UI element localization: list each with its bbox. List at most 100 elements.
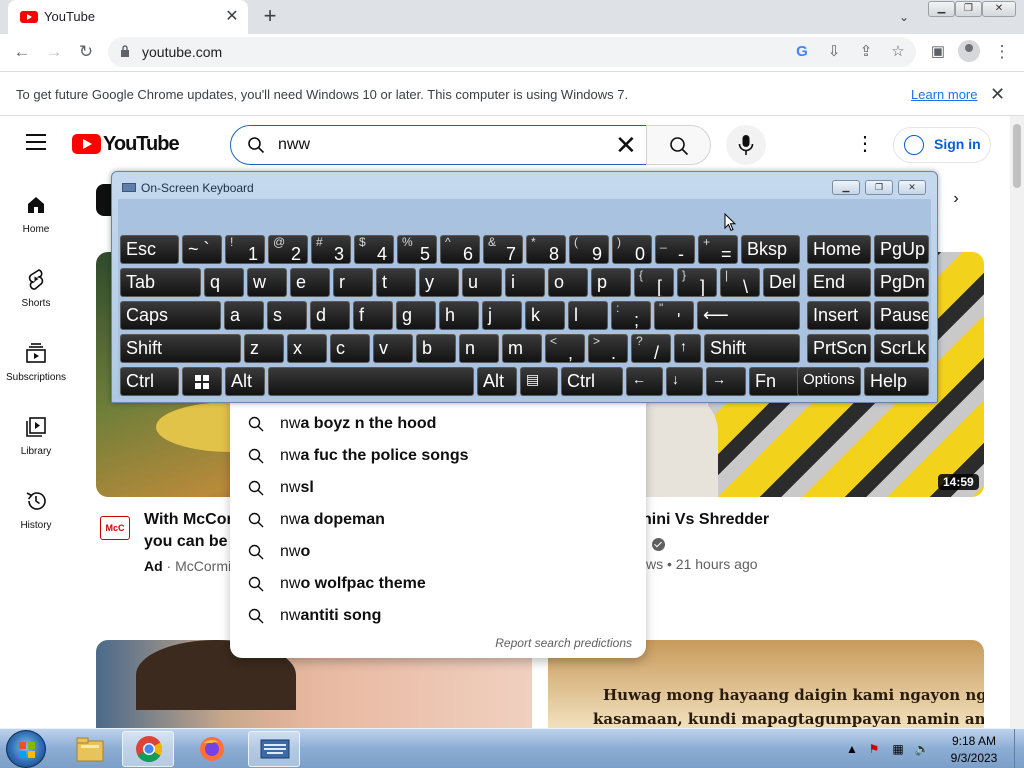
key-f[interactable]: f	[353, 301, 393, 330]
key-equals[interactable]: + =	[698, 235, 738, 264]
key-pgdn[interactable]: PgDn	[874, 268, 929, 297]
key-enter[interactable]: ⟵	[697, 301, 800, 330]
key-alt-right[interactable]: Alt	[477, 367, 517, 396]
osk-minimize-button[interactable]: ▁	[832, 180, 860, 195]
key-fn[interactable]: Fn	[749, 367, 800, 396]
bookmark-star-icon[interactable]: ☆	[886, 40, 910, 64]
sidebar-item-subscriptions[interactable]: Subscriptions	[0, 342, 72, 412]
sidebar-item-shorts[interactable]: Shorts	[0, 268, 72, 338]
key-p[interactable]: p	[591, 268, 631, 297]
key-4[interactable]: $4	[354, 235, 394, 264]
restore-window-button[interactable]: ❐	[955, 1, 982, 17]
chevron-right-icon[interactable]: ›	[946, 190, 966, 210]
taskbar-on-screen-keyboard[interactable]	[248, 731, 300, 767]
key-2[interactable]: @2	[268, 235, 308, 264]
key-ctrl-left[interactable]: Ctrl	[120, 367, 179, 396]
channel-name[interactable]: McCormi	[175, 558, 231, 574]
video-title-line-2[interactable]: you can be s	[144, 533, 241, 551]
sidebar-item-library[interactable]: Library	[0, 416, 72, 486]
url-text[interactable]: youtube.com	[142, 44, 222, 60]
key-backspace[interactable]: Bksp	[741, 235, 800, 264]
clear-search-icon[interactable]: ✕	[615, 132, 637, 158]
key-pause[interactable]: Pause	[874, 301, 929, 330]
profile-avatar-icon[interactable]	[958, 40, 980, 62]
page-scrollbar[interactable]	[1010, 116, 1024, 728]
key-w[interactable]: w	[247, 268, 287, 297]
key-insert[interactable]: Insert	[807, 301, 871, 330]
key-y[interactable]: y	[419, 268, 459, 297]
key-minus[interactable]: _ -	[655, 235, 695, 264]
key-comma[interactable]: <,	[545, 334, 585, 363]
key-scrlk[interactable]: ScrLk	[874, 334, 929, 363]
taskbar-explorer[interactable]	[64, 731, 116, 767]
tab-close-icon[interactable]: ✕	[222, 7, 242, 27]
suggestion-item[interactable]: nwo	[230, 536, 646, 568]
infobar-close-icon[interactable]: ✕	[990, 84, 1005, 105]
key-u[interactable]: u	[462, 268, 502, 297]
key-arrow-left[interactable]: ←	[626, 367, 663, 396]
new-tab-button[interactable]: +	[258, 5, 282, 29]
key-v[interactable]: v	[373, 334, 413, 363]
sidebar-item-history[interactable]: History	[0, 490, 72, 560]
minimize-window-button[interactable]: ▁	[928, 1, 955, 17]
start-button[interactable]	[6, 730, 46, 768]
key-h[interactable]: h	[439, 301, 479, 330]
suggestion-item[interactable]: nwsl	[230, 472, 646, 504]
key-open-bracket[interactable]: {[	[634, 268, 674, 297]
key-pgup[interactable]: PgUp	[874, 235, 929, 264]
key-alt-left[interactable]: Alt	[225, 367, 265, 396]
key-o[interactable]: o	[548, 268, 588, 297]
chrome-menu-icon[interactable]: ⋮	[990, 40, 1014, 64]
key-period[interactable]: >.	[588, 334, 628, 363]
key-ctrl-right[interactable]: Ctrl	[561, 367, 623, 396]
video-title[interactable]: With McCor	[144, 511, 233, 529]
key-5[interactable]: % 5	[397, 235, 437, 264]
youtube-logo[interactable]: YouTube	[72, 132, 180, 156]
sidebar-item-home[interactable]: Home	[0, 194, 72, 264]
clock-date[interactable]: 9/3/2023	[944, 751, 1004, 765]
key-1[interactable]: ! 1	[225, 235, 265, 264]
back-arrow-icon[interactable]: ←	[10, 40, 34, 64]
key-space[interactable]	[268, 367, 474, 396]
key-7[interactable]: & 7	[483, 235, 523, 264]
key-windows[interactable]	[182, 367, 222, 396]
key-9[interactable]: (9	[569, 235, 609, 264]
action-center-icon[interactable]: ⚑	[866, 741, 882, 757]
key-tab[interactable]: Tab	[120, 268, 201, 297]
learn-more-link[interactable]: Learn more	[911, 87, 977, 102]
sign-in-button[interactable]: Sign in	[893, 127, 991, 163]
side-panel-icon[interactable]: ▣	[926, 40, 950, 64]
address-bar[interactable]: youtube.com G ⇩ ⇪ ☆	[108, 37, 916, 67]
key-n[interactable]: n	[459, 334, 499, 363]
suggestion-item[interactable]: nwa dopeman	[230, 504, 646, 536]
tab-search-chevron-icon[interactable]: ⌄	[894, 7, 914, 27]
key-6[interactable]: ^ 6	[440, 235, 480, 264]
taskbar-firefox[interactable]	[186, 731, 238, 767]
voice-search-button[interactable]	[726, 125, 766, 165]
forward-arrow-icon[interactable]: →	[42, 40, 66, 64]
key-j[interactable]: j	[482, 301, 522, 330]
key-quote[interactable]: " '	[654, 301, 694, 330]
key-t[interactable]: t	[376, 268, 416, 297]
key-b[interactable]: b	[416, 334, 456, 363]
key-arrow-right[interactable]: →	[706, 367, 746, 396]
search-box[interactable]: ✕	[230, 125, 647, 165]
share-icon[interactable]: ⇪	[854, 40, 878, 64]
key-e[interactable]: e	[290, 268, 330, 297]
key-0[interactable]: ) 0	[612, 235, 652, 264]
scrollbar-thumb[interactable]	[1013, 124, 1021, 188]
key-q[interactable]: q	[204, 268, 244, 297]
key-help[interactable]: Help	[864, 367, 929, 396]
key-8[interactable]: * 8	[526, 235, 566, 264]
key-shift-right[interactable]: Shift	[704, 334, 800, 363]
key-r[interactable]: r	[333, 268, 373, 297]
key-c[interactable]: c	[330, 334, 370, 363]
key-slash[interactable]: ? /	[631, 334, 671, 363]
key-3[interactable]: #3	[311, 235, 351, 264]
suggestion-item[interactable]: nwa boyz n the hood	[230, 408, 646, 440]
suggestion-item[interactable]: nwa fuc the police songs	[230, 440, 646, 472]
key-x[interactable]: x	[287, 334, 327, 363]
more-options-icon[interactable]: ⋮	[855, 132, 875, 156]
key-caps[interactable]: Caps	[120, 301, 221, 330]
key-arrow-up[interactable]: ↑	[674, 334, 701, 363]
